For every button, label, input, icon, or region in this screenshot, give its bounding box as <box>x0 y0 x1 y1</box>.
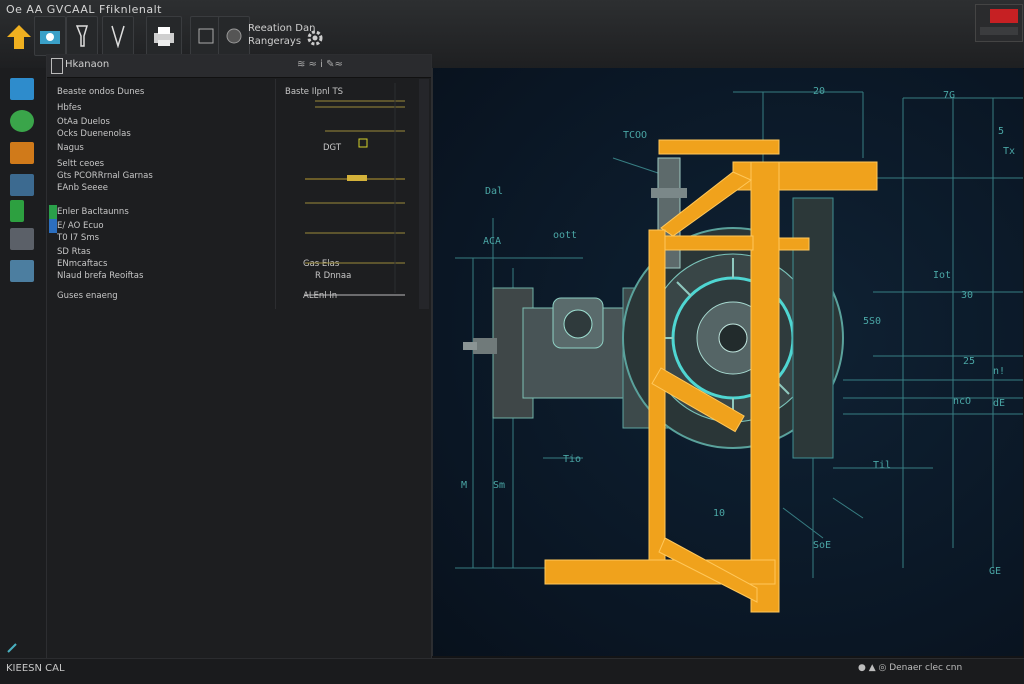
document-icon <box>51 58 63 74</box>
properties-panel: Hkanaon ≋ ≈ i ✎≈ Beaste ondos Dunes Baste… <box>46 54 432 660</box>
green-marker-icon[interactable] <box>10 200 24 222</box>
panel-title: Hkanaon <box>65 59 110 70</box>
pin-icon <box>75 25 89 47</box>
property-label: Beaste ondos Dunes <box>57 87 145 97</box>
dim-label: 10 <box>713 508 725 519</box>
recycle-icon[interactable] <box>10 110 34 132</box>
dim-label: SoE <box>813 540 831 551</box>
panel-header-icons[interactable]: ≋ ≈ i ✎≈ <box>297 59 343 70</box>
render-button[interactable] <box>218 16 250 56</box>
close-icon[interactable] <box>990 9 1018 23</box>
dim-label: 30 <box>961 290 973 301</box>
dim-label: 5 <box>998 126 1004 137</box>
render-icon <box>226 28 242 44</box>
dim-label: 5S0 <box>863 316 881 327</box>
camera-icon <box>40 31 60 44</box>
dim-label: Dal <box>485 186 503 197</box>
dim-label: ACA <box>483 236 501 247</box>
property-label: T0 I7 Sms <box>57 233 100 243</box>
property-label: Nlaud brefa Reoiftas <box>57 271 144 281</box>
minimize-icon[interactable] <box>980 27 1018 35</box>
left-toolbar <box>0 68 47 658</box>
panel-header: Hkanaon ≋ ≈ i ✎≈ <box>47 55 431 78</box>
dim-label: 7G <box>943 90 955 101</box>
pencil-icon[interactable] <box>6 642 18 654</box>
layer-icon <box>198 28 214 44</box>
value-indicators <box>305 83 405 296</box>
blueprint-drawing: 20 7G 5 Tx TCOO Dal oott ACA Iot 30 5S0 … <box>455 86 1023 613</box>
gear-icon[interactable] <box>305 28 325 48</box>
dim-label: Tx <box>1003 146 1015 157</box>
property-label: Hbfes <box>57 103 82 113</box>
up-arrow-icon <box>7 25 31 49</box>
dim-label: dE <box>993 398 1005 409</box>
property-label: Guses enaeng <box>57 291 118 301</box>
package-icon[interactable] <box>10 142 34 164</box>
dim-label: TCOO <box>623 130 647 141</box>
status-text: KIEESN CAL <box>6 663 65 674</box>
dim-label: Sm <box>493 480 505 491</box>
dim-label: oott <box>553 230 577 241</box>
dim-label: n! <box>993 366 1005 377</box>
dim-label: Iot <box>933 270 951 281</box>
panel-scrollbar[interactable] <box>419 79 429 309</box>
green-accent <box>49 205 57 219</box>
dim-label: ncO <box>953 396 971 407</box>
status-bar: KIEESN CAL ● ▲ ◎ Denaer clec cnn <box>0 658 1024 684</box>
dim-label: Tio <box>563 454 581 465</box>
caliper-button[interactable] <box>102 16 134 56</box>
dim-label: Til <box>873 460 891 471</box>
image-icon[interactable] <box>10 174 34 196</box>
pin-tool-button[interactable] <box>66 16 98 56</box>
property-label: Nagus <box>57 143 84 153</box>
dim-label: GE <box>989 566 1001 577</box>
property-label: Ocks Duenenolas <box>57 129 131 139</box>
dim-label: M <box>461 480 467 491</box>
print-button[interactable] <box>146 16 182 56</box>
property-label: Enler Bacltaunns <box>57 207 129 217</box>
grid-tool-icon[interactable] <box>10 228 34 250</box>
window-controls[interactable] <box>975 4 1023 42</box>
property-label: EAnb Seeee <box>57 183 108 193</box>
printer-icon <box>154 27 174 46</box>
app-title: Oe AA GVCAAL Ffiknlenalt <box>6 3 162 16</box>
dim-label: 20 <box>813 86 825 97</box>
dim-label: 25 <box>963 356 975 367</box>
cad-viewport[interactable]: 20 7G 5 Tx TCOO Dal oott ACA Iot 30 5S0 … <box>432 68 1023 656</box>
camera-button[interactable] <box>34 16 66 56</box>
up-arrow-button[interactable] <box>4 18 34 56</box>
scene-icon[interactable] <box>10 260 34 282</box>
status-indicators[interactable]: ● ▲ ◎ Denaer clec cnn <box>858 663 962 673</box>
folder-icon[interactable] <box>10 78 34 100</box>
caliper-icon <box>111 25 125 48</box>
